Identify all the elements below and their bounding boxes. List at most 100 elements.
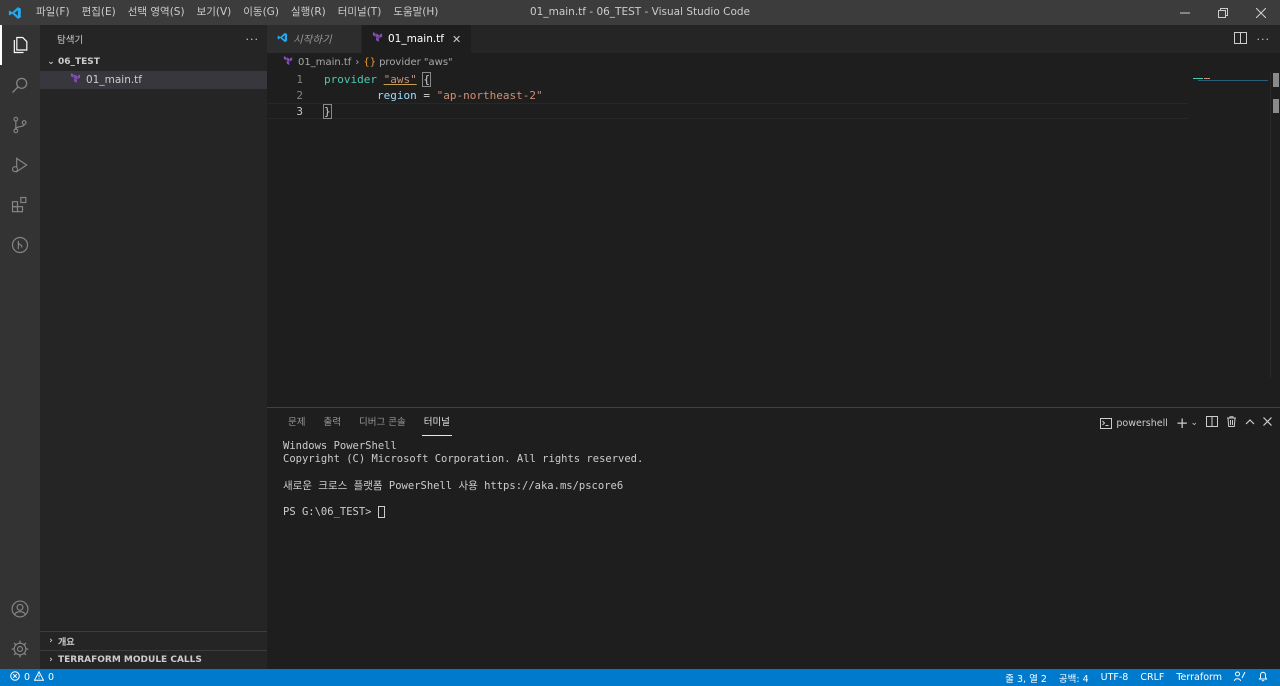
menu-view[interactable]: 보기(V) <box>191 0 238 25</box>
tab-terminal[interactable]: 터미널 <box>415 408 459 438</box>
attribute-token: region <box>376 88 417 102</box>
tab-main-tf[interactable]: 01_main.tf ✕ <box>362 25 473 53</box>
extensions-icon <box>11 196 27 213</box>
explorer-button[interactable] <box>0 25 40 65</box>
error-icon <box>10 671 20 684</box>
git-graph-icon <box>11 236 29 254</box>
terminal-prompt: PS G:\06_TEST> <box>283 506 378 519</box>
explorer-sidebar: 탐색기 ··· ⌄ 06_TEST 01_main.tf › 개요 › TERR… <box>40 25 267 669</box>
indentation[interactable]: 공백: 4 <box>1053 671 1095 685</box>
terminal-line: Windows PowerShell <box>283 440 397 452</box>
end-of-line[interactable]: CRLF <box>1134 672 1170 683</box>
operator-token: = <box>416 88 437 102</box>
split-editor-icon[interactable] <box>1233 31 1247 47</box>
brace-token: } <box>323 103 332 119</box>
line-number: 1 <box>296 72 303 86</box>
split-terminal-icon[interactable] <box>1206 416 1218 430</box>
menu-run[interactable]: 실행(R) <box>285 0 332 25</box>
error-count: 0 <box>24 672 31 683</box>
restore-icon <box>1218 7 1228 18</box>
language-mode[interactable]: Terraform <box>1170 672 1228 683</box>
trash-icon[interactable] <box>1226 416 1237 430</box>
problems-status[interactable]: 0 0 <box>0 670 54 684</box>
minimize-button[interactable] <box>1166 0 1204 25</box>
tab-output[interactable]: 출력 <box>314 408 349 438</box>
brace-token: { <box>422 71 431 87</box>
maximize-panel-icon[interactable] <box>1245 418 1255 429</box>
bell-icon[interactable] <box>1252 671 1274 685</box>
tab-debug-console[interactable]: 디버그 콘솔 <box>350 408 415 438</box>
menu-bar: 파일(F) 편집(E) 선택 영역(S) 보기(V) 이동(G) 실행(R) 터… <box>30 0 444 25</box>
files-icon <box>13 36 28 54</box>
menu-selection[interactable]: 선택 영역(S) <box>122 0 191 25</box>
tab-problems[interactable]: 문제 <box>279 408 314 438</box>
menu-edit[interactable]: 편집(E) <box>76 0 122 25</box>
more-icon[interactable]: ··· <box>1257 33 1271 46</box>
terminal-output[interactable]: Windows PowerShell Copyright (C) Microso… <box>267 438 1280 522</box>
source-control-button[interactable] <box>0 105 40 145</box>
encoding[interactable]: UTF-8 <box>1095 672 1135 683</box>
terminal-cursor <box>377 506 385 519</box>
file-item[interactable]: 01_main.tf <box>40 71 267 89</box>
minimap[interactable] <box>1193 73 1268 81</box>
explorer-title: 탐색기 <box>57 35 84 46</box>
chevron-right-icon: › <box>49 636 53 646</box>
folder-name: 06_TEST <box>58 57 100 67</box>
line-number: 2 <box>296 88 303 102</box>
search-button[interactable] <box>0 65 40 105</box>
new-terminal-button[interactable]: + <box>1176 415 1189 431</box>
tab-welcome[interactable]: 시작하기 <box>267 25 362 53</box>
terraform-icon <box>283 55 293 69</box>
close-window-button[interactable] <box>1242 0 1280 25</box>
search-icon <box>12 77 28 93</box>
breadcrumb: 01_main.tf › {} provider "aws" <box>267 53 1280 71</box>
window-controls <box>1166 0 1280 25</box>
restore-button[interactable] <box>1204 0 1242 25</box>
accounts-button[interactable] <box>0 589 40 629</box>
chevron-down-icon[interactable]: ⌄ <box>1190 418 1198 428</box>
terminal-line: Copyright (C) Microsoft Corporation. All… <box>283 453 644 466</box>
symbol-icon: {} <box>363 56 377 68</box>
close-tab-icon[interactable]: ✕ <box>452 33 461 46</box>
extensions-button[interactable] <box>0 185 40 225</box>
breadcrumb-file[interactable]: 01_main.tf <box>298 57 351 68</box>
module-calls-title: TERRAFORM MODULE CALLS <box>58 655 202 665</box>
gear-icon <box>11 640 29 658</box>
title-bar: 파일(F) 편집(E) 선택 영역(S) 보기(V) 이동(G) 실행(R) 터… <box>0 0 1280 25</box>
explorer-header: 탐색기 ··· <box>40 25 267 53</box>
more-actions-button[interactable]: ··· <box>246 33 260 46</box>
editor-tabs: 시작하기 01_main.tf ✕ ··· <box>267 25 1280 53</box>
breadcrumb-symbol[interactable]: provider "aws" <box>379 57 453 68</box>
tab-label: 시작하기 <box>293 33 332 46</box>
shell-name: powershell <box>1116 417 1168 429</box>
keyword-token: provider <box>324 72 377 86</box>
menu-help[interactable]: 도움말(H) <box>387 0 444 25</box>
editor-scrollbar[interactable] <box>1270 73 1280 378</box>
source-control-icon <box>13 116 27 134</box>
terminal-line: 새로운 크로스 플랫폼 PowerShell 사용 https://aka.ms… <box>283 479 624 492</box>
line-number: 3 <box>296 104 303 118</box>
close-icon <box>1256 7 1266 18</box>
terraform-module-calls-section[interactable]: › TERRAFORM MODULE CALLS <box>40 650 267 669</box>
feedback-icon[interactable] <box>1228 671 1252 685</box>
terraform-git-button[interactable] <box>0 225 40 265</box>
string-token: "aws" <box>383 72 417 86</box>
terminal-icon <box>1100 417 1113 429</box>
run-debug-button[interactable] <box>0 145 40 185</box>
outline-section[interactable]: › 개요 <box>40 631 267 650</box>
menu-file[interactable]: 파일(F) <box>30 0 76 25</box>
code-editor[interactable]: 1 provider "aws" { 2 region = "ap-northe… <box>267 71 1280 119</box>
panel-actions: powershell + ⌄ <box>1100 408 1272 438</box>
menu-go[interactable]: 이동(G) <box>237 0 285 25</box>
folder-header[interactable]: ⌄ 06_TEST <box>40 53 267 71</box>
close-panel-icon[interactable] <box>1263 417 1272 429</box>
settings-button[interactable] <box>0 629 40 669</box>
terminal-shell-select[interactable]: powershell <box>1100 417 1168 429</box>
terraform-icon <box>372 32 383 46</box>
cursor-position[interactable]: 줄 3, 열 2 <box>999 671 1053 685</box>
terraform-icon <box>70 73 81 87</box>
file-name: 01_main.tf <box>86 74 142 86</box>
minimize-icon <box>1180 12 1190 13</box>
menu-terminal[interactable]: 터미널(T) <box>332 0 388 25</box>
vscode-tab-icon <box>277 32 288 46</box>
